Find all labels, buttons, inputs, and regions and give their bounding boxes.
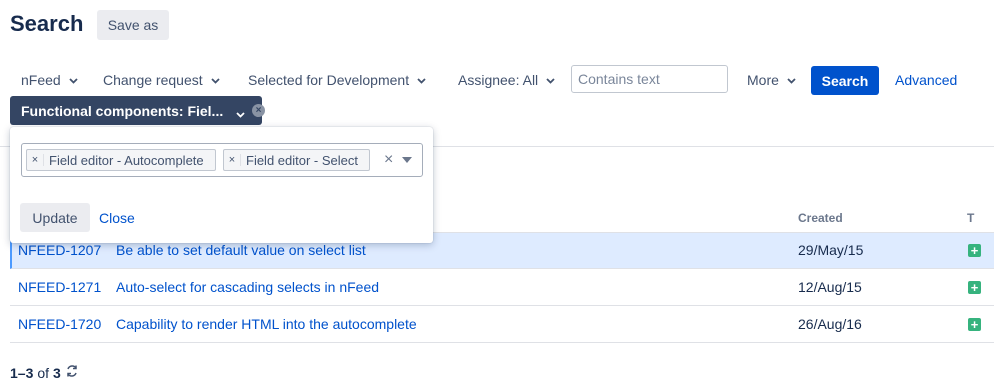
assignee-filter[interactable]: Assignee: All bbox=[458, 67, 555, 93]
chevron-down-icon bbox=[69, 76, 78, 85]
issue-key-link[interactable]: NFEED-1720 bbox=[18, 316, 101, 332]
project-filter[interactable]: nFeed bbox=[21, 67, 78, 93]
page-title: Search bbox=[10, 11, 84, 36]
new-feature-icon: + bbox=[968, 281, 981, 294]
search-button[interactable]: Search bbox=[811, 66, 879, 95]
chevron-down-icon bbox=[211, 76, 220, 85]
clear-filter-icon[interactable]: × bbox=[252, 104, 265, 117]
type-filter-label: Change request bbox=[103, 72, 203, 88]
caret-down-icon[interactable] bbox=[402, 157, 412, 163]
column-header-created[interactable]: Created bbox=[798, 211, 843, 225]
functional-components-popup: × Field editor - Autocomplete × Field ed… bbox=[10, 127, 433, 243]
issue-created-date: 26/Aug/16 bbox=[798, 316, 862, 332]
refresh-icon[interactable] bbox=[65, 364, 79, 381]
functional-components-filter[interactable]: Functional components: Fiel... × bbox=[10, 96, 265, 125]
issue-created-date: 29/May/15 bbox=[798, 242, 864, 258]
results-count: 1–3 of 3 bbox=[10, 364, 79, 381]
issue-summary-link[interactable]: Be able to set default value on select l… bbox=[116, 242, 366, 258]
components-multiselect[interactable]: × Field editor - Autocomplete × Field ed… bbox=[21, 143, 423, 177]
close-link[interactable]: Close bbox=[99, 210, 135, 226]
issue-summary-link[interactable]: Capability to render HTML into the autoc… bbox=[116, 316, 417, 332]
chevron-down-icon bbox=[546, 76, 555, 85]
new-feature-icon: + bbox=[968, 244, 981, 257]
selected-tag: × Field editor - Autocomplete bbox=[26, 149, 216, 171]
type-filter[interactable]: Change request bbox=[103, 67, 220, 93]
table-row[interactable]: NFEED-1720 Capability to render HTML int… bbox=[10, 307, 994, 343]
new-feature-icon: + bbox=[968, 318, 981, 331]
advanced-link[interactable]: Advanced bbox=[895, 72, 957, 88]
update-button[interactable]: Update bbox=[20, 203, 90, 232]
issue-key-link[interactable]: NFEED-1207 bbox=[18, 242, 101, 258]
tag-label: Field editor - Select bbox=[246, 152, 358, 168]
column-header-type[interactable]: T bbox=[967, 211, 974, 225]
issue-key-link[interactable]: NFEED-1271 bbox=[18, 279, 101, 295]
project-filter-label: nFeed bbox=[21, 72, 61, 88]
chevron-down-icon bbox=[417, 76, 426, 85]
results-of: of bbox=[37, 364, 50, 381]
results-range: 1–3 bbox=[10, 364, 34, 381]
save-as-button[interactable]: Save as bbox=[97, 10, 169, 40]
contains-text-input[interactable] bbox=[571, 65, 728, 93]
chevron-down-icon bbox=[236, 106, 245, 122]
remove-tag-icon[interactable]: × bbox=[27, 154, 44, 166]
tag-label: Field editor - Autocomplete bbox=[49, 152, 204, 168]
issue-summary-link[interactable]: Auto-select for cascading selects in nFe… bbox=[116, 279, 379, 295]
assignee-filter-label: Assignee: All bbox=[458, 72, 539, 88]
chevron-down-icon bbox=[787, 76, 796, 85]
selected-tag: × Field editor - Select bbox=[223, 149, 370, 171]
remove-tag-icon[interactable]: × bbox=[224, 154, 241, 166]
more-filter[interactable]: More bbox=[747, 67, 796, 93]
more-filter-label: More bbox=[747, 72, 779, 88]
clear-all-icon[interactable]: × bbox=[384, 151, 393, 169]
status-filter[interactable]: Selected for Development bbox=[248, 67, 426, 93]
functional-components-filter-label: Functional components: Fiel... bbox=[21, 102, 224, 119]
status-filter-label: Selected for Development bbox=[248, 72, 410, 88]
table-row[interactable]: NFEED-1271 Auto-select for cascading sel… bbox=[10, 270, 994, 306]
results-total: 3 bbox=[53, 364, 61, 381]
issue-created-date: 12/Aug/15 bbox=[798, 279, 862, 295]
